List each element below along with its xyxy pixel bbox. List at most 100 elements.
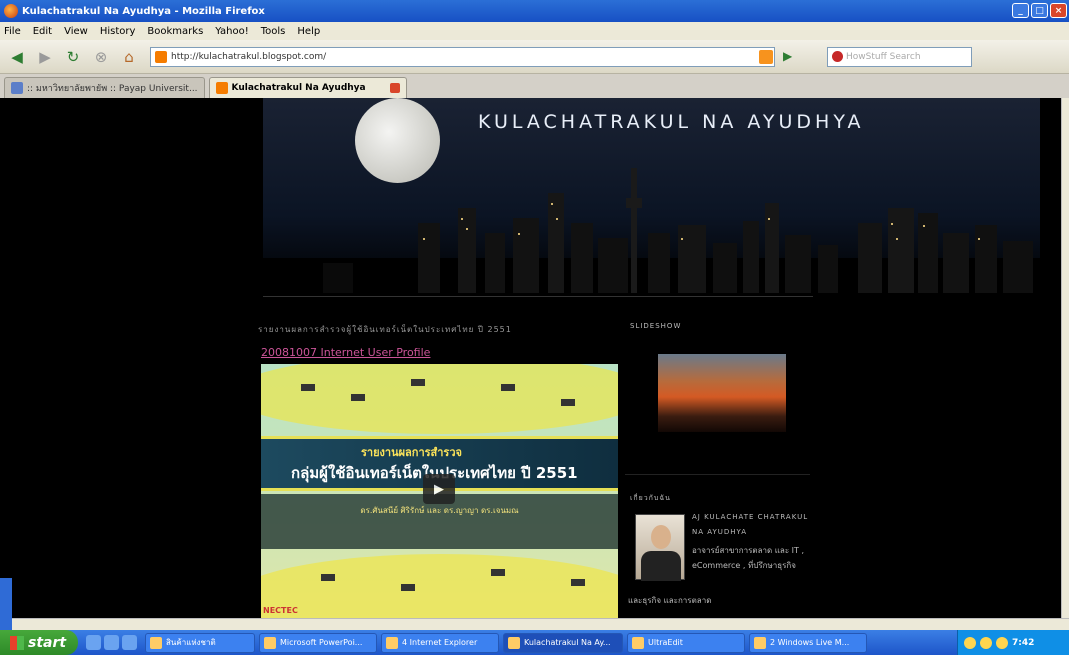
ie-icon (386, 636, 398, 649)
forward-icon[interactable]: ▶ (34, 46, 56, 68)
web-page: KULACHATRAKUL NA AYUDHYA รายงานผลการสำรว… (0, 98, 1061, 618)
menu-yahoo[interactable]: Yahoo! (215, 26, 248, 37)
search-input[interactable]: HowStuff Search (827, 46, 972, 67)
url-bar[interactable]: http://kulachatrakul.blogspot.com/ (150, 46, 775, 67)
taskbar: start สินค้าแห่งชาติ Microsoft PowerPoi.… (0, 630, 1069, 655)
play-icon[interactable]: ▶ (423, 474, 455, 504)
reload-icon[interactable]: ↻ (62, 46, 84, 68)
city-skyline-image (263, 168, 1040, 293)
close-button[interactable]: × (1050, 3, 1067, 18)
taskbar-item-label: สินค้าแห่งชาติ (166, 638, 216, 647)
taskbar-item-active[interactable]: Kulachatrakul Na Ay... (503, 632, 623, 653)
vertical-scrollbar[interactable] (1061, 98, 1069, 618)
tab-label: Kulachatrakul Na Ayudhya (231, 83, 366, 93)
tray-icon[interactable] (996, 636, 1008, 649)
about-text-tail: และธุรกิจ และการตลาด (628, 596, 712, 605)
start-button[interactable]: start (0, 630, 78, 655)
blog-header: KULACHATRAKUL NA AYUDHYA (263, 98, 1040, 293)
window-titlebar: Kulachatrakul Na Ayudhya - Mozilla Firef… (0, 0, 1069, 22)
slide-chip (571, 579, 585, 586)
menu-bookmarks[interactable]: Bookmarks (147, 26, 203, 37)
tab-kulachatrakul[interactable]: Kulachatrakul Na Ayudhya (208, 77, 407, 98)
slide-chip (501, 384, 515, 391)
menu-view[interactable]: View (64, 26, 88, 37)
windows-flag-icon (10, 635, 24, 650)
rss-feed-icon[interactable] (759, 49, 773, 64)
maximize-button[interactable]: □ (1031, 3, 1048, 18)
taskbar-item[interactable]: 4 Internet Explorer (381, 632, 499, 653)
taskbar-item-label: 2 Windows Live M... (770, 638, 850, 647)
avatar-face (651, 525, 671, 549)
taskbar-item[interactable]: UltraEdit (627, 632, 745, 653)
menu-file[interactable]: File (4, 26, 21, 37)
slide-title-line1: รายงานผลการสำรวจ (361, 446, 462, 459)
tab-label: :: มหาวิทยาลัยพายัพ :: Payap Universit..… (27, 84, 198, 94)
taskbar-item[interactable]: Microsoft PowerPoi... (259, 632, 377, 653)
sidebar-divider (625, 474, 810, 475)
taskbar-item-label: Microsoft PowerPoi... (280, 638, 363, 647)
window-title: Kulachatrakul Na Ayudhya - Mozilla Firef… (22, 5, 265, 17)
menu-history[interactable]: History (100, 26, 136, 37)
slide-chip (561, 399, 575, 406)
tab-favicon-icon (11, 82, 23, 94)
slide-decoration (261, 554, 618, 618)
quick-launch-icon[interactable] (122, 635, 137, 650)
taskbar-item-label: UltraEdit (648, 638, 683, 647)
taskbar-item-label: Kulachatrakul Na Ay... (524, 638, 611, 647)
firefox-icon (4, 4, 18, 18)
stop-icon[interactable]: ⊗ (90, 46, 112, 68)
blogger-icon (215, 82, 228, 94)
quick-launch (82, 635, 141, 650)
taskbar-item[interactable]: 2 Windows Live M... (749, 632, 867, 653)
slideshare-embed[interactable]: รายงานผลการสำรวจ กลุ่มผู้ใช้อินเทอร์เน็ต… (261, 364, 618, 618)
quick-launch-icon[interactable] (104, 635, 119, 650)
site-favicon (155, 50, 167, 63)
tray-icon[interactable] (964, 636, 976, 649)
system-tray: 7:42 (957, 630, 1069, 655)
close-tab-icon[interactable] (389, 83, 400, 93)
taskbar-item[interactable]: สินค้าแห่งชาติ (145, 632, 255, 653)
about-heading: เกี่ยวกับฉัน (630, 494, 671, 502)
slide-chip (401, 584, 415, 591)
horizontal-scrollbar[interactable] (0, 618, 1069, 630)
taskbar-item-label: 4 Internet Explorer (402, 638, 478, 647)
folder-icon (150, 636, 162, 649)
slide-chip (301, 384, 315, 391)
tray-icon[interactable] (980, 636, 992, 649)
slide-chip (321, 574, 335, 581)
menu-edit[interactable]: Edit (33, 26, 52, 37)
tab-bar: :: มหาวิทยาลัยพายัพ :: Payap Universit..… (0, 74, 1069, 98)
slideshow-image[interactable] (658, 354, 786, 432)
go-button-icon[interactable]: ▶ (783, 49, 799, 65)
about-text: อาจารย์สาขาการตลาด และ IT , eCommerce , … (692, 546, 804, 570)
post-heading: รายงานผลการสำรวจผู้ใช้อินเทอร์เน็ตในประเ… (258, 325, 512, 334)
blog-title[interactable]: KULACHATRAKUL NA AYUDHYA (478, 111, 864, 133)
slideshow-heading: SLIDESHOW (630, 322, 682, 330)
navigation-toolbar: ◀ ▶ ↻ ⊗ ⌂ http://kulachatrakul.blogspot.… (0, 40, 1069, 74)
clock[interactable]: 7:42 (1012, 638, 1034, 648)
slideshare-link[interactable]: 20081007 Internet User Profile (261, 346, 430, 359)
menu-help[interactable]: Help (297, 26, 320, 37)
menu-tools[interactable]: Tools (261, 26, 286, 37)
about-name[interactable]: AJ KULACHATE CHATRAKUL NA AYUDHYA (692, 510, 812, 540)
back-icon[interactable]: ◀ (6, 46, 28, 68)
ultraedit-icon (632, 636, 644, 649)
avatar-suit (641, 551, 681, 581)
menu-bar: File Edit View History Bookmarks Yahoo! … (0, 22, 1069, 40)
window-controls: _ □ × (1012, 3, 1067, 18)
firefox-icon (508, 636, 520, 649)
search-placeholder: HowStuff Search (846, 51, 921, 62)
tab-payap[interactable]: :: มหาวิทยาลัยพายัพ :: Payap Universit..… (4, 77, 205, 98)
minimize-button[interactable]: _ (1012, 3, 1029, 18)
quick-launch-icon[interactable] (86, 635, 101, 650)
url-text: http://kulachatrakul.blogspot.com/ (171, 51, 327, 62)
desktop-edge (0, 578, 12, 630)
powerpoint-icon (264, 636, 276, 649)
header-divider (263, 296, 813, 297)
profile-avatar[interactable] (635, 514, 685, 581)
slide-subtitle: ดร.ศันสนีย์ ศิริรักษ์ และ ดร.ญาญา ดร.เจน… (360, 506, 519, 515)
home-icon[interactable]: ⌂ (118, 46, 140, 68)
nectec-logo: NECTEC (263, 606, 298, 615)
slide-chip (411, 379, 425, 386)
slide-chip (351, 394, 365, 401)
